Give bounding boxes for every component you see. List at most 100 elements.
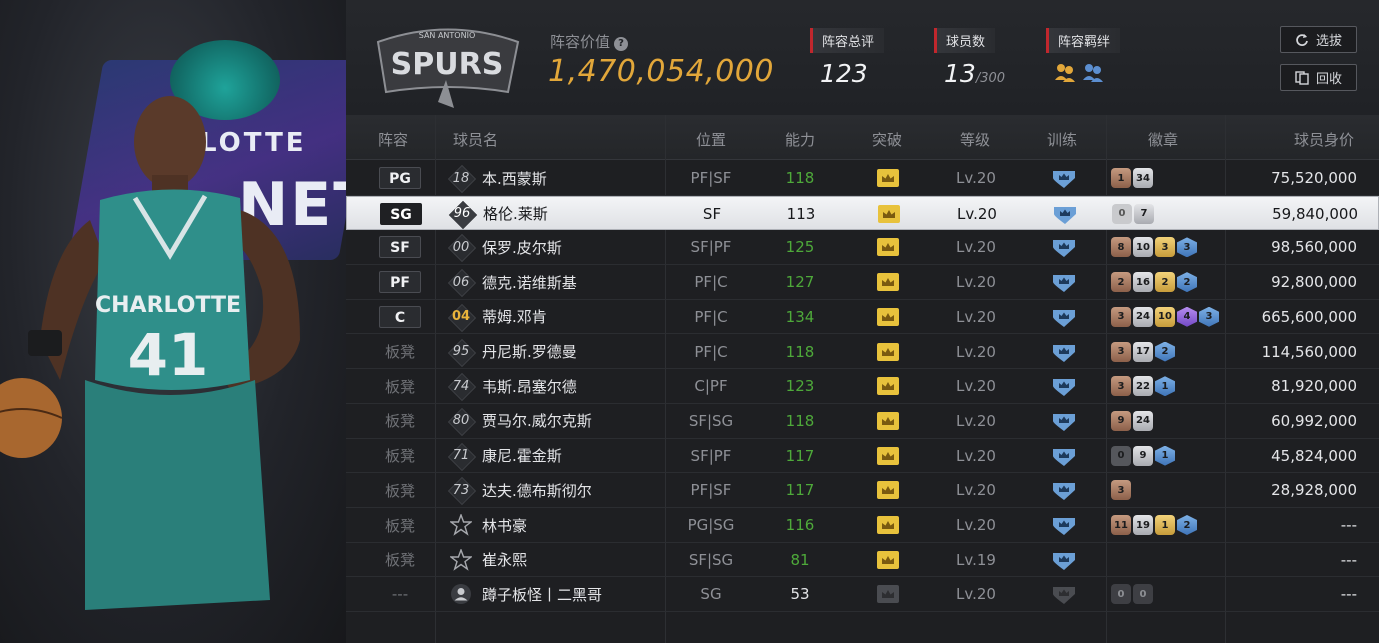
slot-cell[interactable]: 板凳 xyxy=(370,439,430,473)
training-cell[interactable] xyxy=(1020,230,1108,264)
breakthrough-cell[interactable] xyxy=(845,197,933,231)
player-cell[interactable]: 95 丹尼斯.罗德曼 xyxy=(450,335,665,369)
breakthrough-cell[interactable] xyxy=(844,543,932,577)
col-position[interactable]: 位置 xyxy=(696,129,726,150)
table-row[interactable]: 板凳 崔永熙 SF|SG 81 Lv.19 --- xyxy=(346,543,1379,578)
table-row[interactable]: --- 蹲子板怪丨二黑哥 SG 53 Lv.20 00 --- xyxy=(346,577,1379,613)
crown-icon[interactable] xyxy=(877,585,899,604)
training-shield-icon[interactable] xyxy=(1051,515,1077,535)
badges-cell[interactable]: 07 xyxy=(1107,197,1226,231)
badges-cell[interactable] xyxy=(1106,543,1225,577)
breakthrough-cell[interactable] xyxy=(844,161,932,195)
breakthrough-cell[interactable] xyxy=(844,369,932,403)
badges-cell[interactable]: 8 10 3 3 xyxy=(1106,230,1225,264)
table-row[interactable]: PG 18 本.西蒙斯 PF|SF 118 Lv.20 1 34 75,520,0… xyxy=(346,161,1379,196)
training-cell[interactable] xyxy=(1020,577,1108,611)
slot-cell[interactable]: PG xyxy=(370,161,430,195)
breakthrough-cell[interactable] xyxy=(844,404,932,438)
player-cell[interactable]: 80 贾马尔.威尔克斯 xyxy=(450,404,665,438)
badges-cell[interactable]: 1 34 xyxy=(1106,161,1225,195)
col-badges[interactable]: 徽章 xyxy=(1148,129,1178,150)
training-shield-icon[interactable] xyxy=(1051,411,1077,431)
col-lineup[interactable]: 阵容 xyxy=(378,129,408,150)
crown-icon[interactable] xyxy=(877,377,899,396)
breakthrough-cell[interactable] xyxy=(844,230,932,264)
table-row[interactable]: 板凳 林书豪 PG|SG 116 Lv.20 11 19 1 2 --- xyxy=(346,508,1379,543)
table-row[interactable]: 板凳 80 贾马尔.威尔克斯 SF|SG 118 Lv.20 9 24 60,99… xyxy=(346,404,1379,439)
badges-cell[interactable]: 00 xyxy=(1106,577,1225,611)
training-cell[interactable] xyxy=(1020,404,1108,438)
training-cell[interactable] xyxy=(1020,300,1108,334)
table-row[interactable]: 板凳 73 达夫.德布斯彻尔 PF|SF 117 Lv.20 3 28,928,… xyxy=(346,473,1379,508)
slot-cell[interactable]: SF xyxy=(370,230,430,264)
breakthrough-cell[interactable] xyxy=(844,439,932,473)
training-shield-icon[interactable] xyxy=(1051,376,1077,397)
training-cell[interactable] xyxy=(1020,508,1108,542)
slot-cell[interactable]: 板凳 xyxy=(370,508,430,542)
slot-cell[interactable]: C xyxy=(370,300,430,334)
slot-cell[interactable]: SG xyxy=(371,197,431,231)
table-row[interactable]: 板凳 74 韦斯.昂塞尔德 C|PF 123 Lv.20 3 22 1 81,920… xyxy=(346,369,1379,404)
player-cell[interactable]: 06 德克.诺维斯基 xyxy=(450,265,665,299)
training-shield-icon[interactable] xyxy=(1052,204,1078,224)
crown-icon[interactable] xyxy=(877,446,899,465)
slot-cell[interactable]: 板凳 xyxy=(370,335,430,369)
training-shield-icon[interactable] xyxy=(1051,480,1077,501)
crown-icon[interactable] xyxy=(877,550,899,569)
player-cell[interactable]: 崔永熙 xyxy=(450,543,665,577)
training-cell[interactable] xyxy=(1020,439,1108,473)
table-row[interactable]: SG 96 格伦.莱斯 SF 113 Lv.20 07 59,840,000 xyxy=(346,195,1379,231)
badges-cell[interactable]: 9 24 xyxy=(1106,404,1225,438)
slot-cell[interactable]: PF xyxy=(370,265,430,299)
player-cell[interactable]: 00 保罗.皮尔斯 xyxy=(450,230,665,264)
player-cell[interactable]: 04 蒂姆.邓肯 xyxy=(450,300,665,334)
player-cell[interactable]: 林书豪 xyxy=(450,508,665,542)
breakthrough-cell[interactable] xyxy=(844,577,932,611)
training-cell[interactable] xyxy=(1020,335,1108,369)
badges-cell[interactable]: 2 16 2 2 xyxy=(1106,265,1225,299)
breakthrough-cell[interactable] xyxy=(844,265,932,299)
player-cell[interactable]: 18 本.西蒙斯 xyxy=(450,161,665,195)
player-cell[interactable]: 96 格伦.莱斯 xyxy=(451,197,666,231)
breakthrough-cell[interactable] xyxy=(844,300,932,334)
badges-cell[interactable]: 3 17 2 xyxy=(1106,335,1225,369)
col-level[interactable]: 等级 xyxy=(960,129,990,150)
crown-icon[interactable] xyxy=(877,169,899,187)
slot-cell[interactable]: 板凳 xyxy=(370,404,430,438)
badges-cell[interactable]: 3 24 10 4 3 xyxy=(1106,300,1225,334)
col-breakthrough[interactable]: 突破 xyxy=(872,129,902,150)
player-cell[interactable]: 74 韦斯.昂塞尔德 xyxy=(450,369,665,403)
training-shield-icon[interactable] xyxy=(1051,584,1077,605)
training-shield-icon[interactable] xyxy=(1051,342,1077,362)
table-row[interactable]: 板凳 95 丹尼斯.罗德曼 PF|C 118 Lv.20 3 17 2 114,56… xyxy=(346,335,1379,370)
badges-cell[interactable]: 3 xyxy=(1106,473,1225,507)
badges-cell[interactable]: 3 22 1 xyxy=(1106,369,1225,403)
training-cell[interactable] xyxy=(1020,161,1108,195)
col-training[interactable]: 训练 xyxy=(1047,129,1077,150)
training-shield-icon[interactable] xyxy=(1051,168,1077,188)
crown-icon[interactable] xyxy=(877,238,899,257)
table-row[interactable]: PF 06 德克.诺维斯基 PF|C 127 Lv.20 2 16 2 2 92,80… xyxy=(346,265,1379,300)
slot-cell[interactable]: --- xyxy=(370,577,430,611)
slot-cell[interactable]: 板凳 xyxy=(370,473,430,507)
bond-gold-icon[interactable] xyxy=(1054,61,1076,83)
crown-icon[interactable] xyxy=(877,273,899,292)
training-cell[interactable] xyxy=(1020,473,1108,507)
player-cell[interactable]: 71 康尼.霍金斯 xyxy=(450,439,665,473)
player-cell[interactable]: 73 达夫.德布斯彻尔 xyxy=(450,473,665,507)
slot-cell[interactable]: 板凳 xyxy=(370,369,430,403)
badges-cell[interactable]: 091 xyxy=(1106,439,1225,473)
training-shield-icon[interactable] xyxy=(1051,446,1077,466)
crown-icon[interactable] xyxy=(877,307,899,326)
training-cell[interactable] xyxy=(1020,265,1108,299)
crown-icon[interactable] xyxy=(877,481,899,500)
training-cell[interactable] xyxy=(1020,369,1108,403)
training-shield-icon[interactable] xyxy=(1051,272,1077,293)
crown-icon[interactable] xyxy=(877,342,899,361)
slot-cell[interactable]: 板凳 xyxy=(370,543,430,577)
training-cell[interactable] xyxy=(1020,543,1108,577)
breakthrough-cell[interactable] xyxy=(844,508,932,542)
table-row[interactable]: C 04 蒂姆.邓肯 PF|C 134 Lv.20 3 24 10 4 3 665,60… xyxy=(346,300,1379,335)
table-row[interactable]: 板凳 71 康尼.霍金斯 SF|PF 117 Lv.20 091 45,824,… xyxy=(346,439,1379,474)
col-ability[interactable]: 能力 xyxy=(785,129,815,150)
